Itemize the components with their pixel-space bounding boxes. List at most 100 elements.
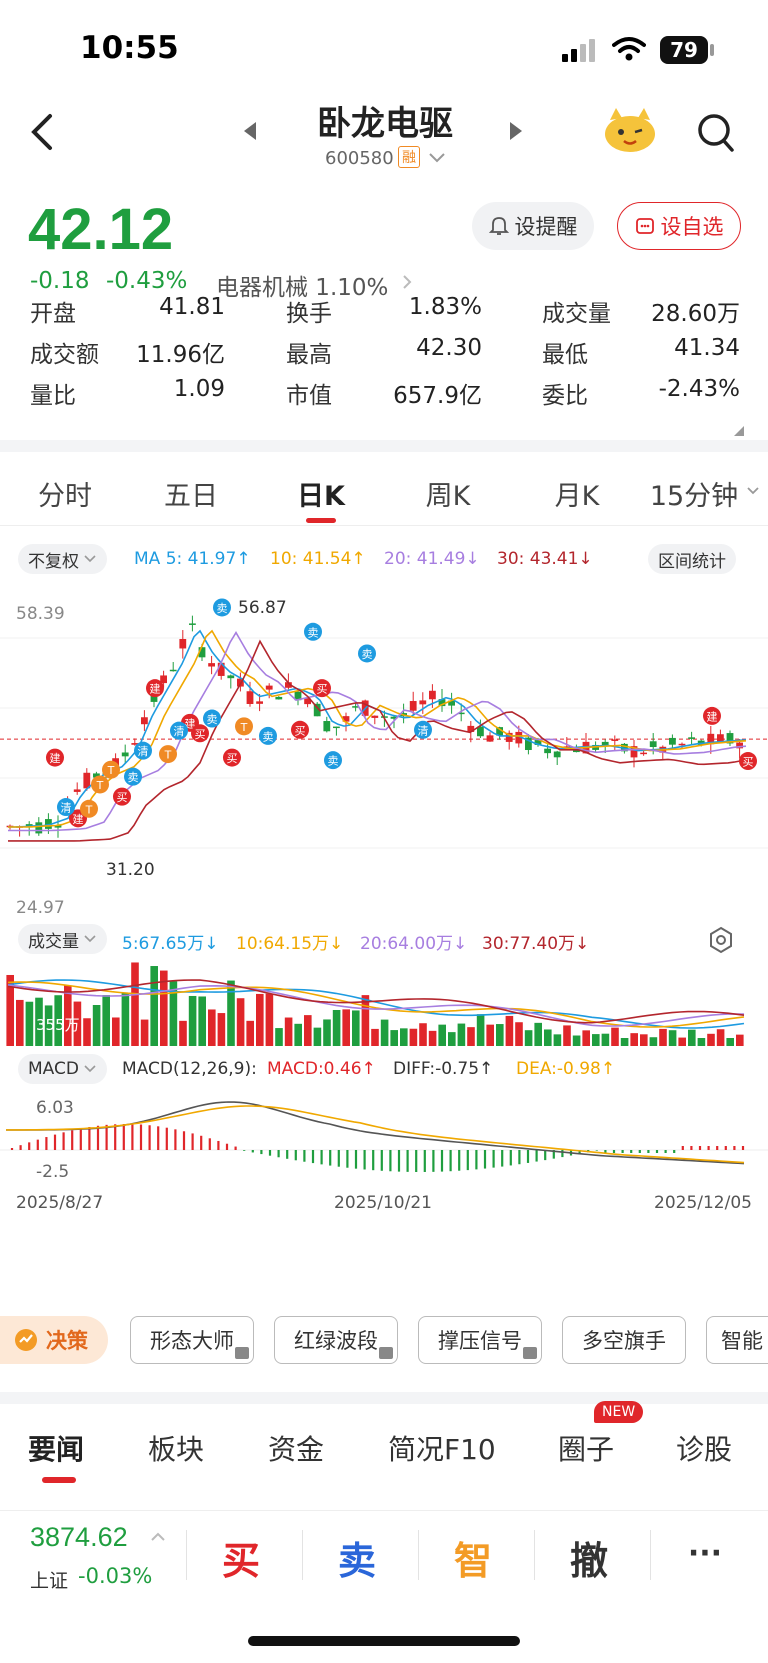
stat-label: 开盘 (30, 301, 76, 327)
trade-signal-label: 卖 (328, 755, 339, 768)
tool-support-resistance[interactable]: 撑压信号 (418, 1316, 542, 1364)
volume-bar (92, 1004, 101, 1046)
back-arrow-icon[interactable] (28, 112, 56, 152)
cancel-order-button[interactable]: 撤 (534, 1530, 644, 1585)
chevron-down-icon[interactable] (428, 152, 446, 164)
candle-body (333, 726, 340, 729)
news-tab-headlines[interactable]: 要闻 (28, 1428, 84, 1468)
tab-daily-k[interactable]: 日K (278, 474, 364, 513)
volume-bar (198, 996, 206, 1046)
mascot-icon[interactable] (602, 104, 658, 154)
volume-bar (534, 1022, 542, 1046)
prev-stock-icon[interactable] (242, 120, 258, 142)
tool-bull-bear[interactable]: 多空旗手 (562, 1316, 686, 1364)
search-icon[interactable] (696, 112, 736, 154)
candle-body (371, 715, 379, 718)
tool-red-green-band[interactable]: 红绿波段 (274, 1316, 398, 1364)
chevron-down-icon (84, 555, 96, 563)
section-divider (0, 1392, 768, 1404)
volume-bar (515, 1022, 523, 1046)
alert-button[interactable]: 设提醒 (472, 202, 594, 250)
macd-label: MACD (28, 1059, 79, 1079)
stock-code: 600580 (325, 148, 394, 169)
volume-bar (208, 1009, 216, 1046)
trade-signal-label: 卖 (263, 730, 274, 743)
low-label: 31.20 (106, 860, 155, 880)
tab-intraday[interactable]: 分时 (22, 474, 108, 513)
tab-15min[interactable]: 15分钟 (646, 474, 742, 513)
buy-button[interactable]: 买 (186, 1530, 296, 1585)
chevron-right-icon[interactable] (402, 274, 412, 290)
trade-signal-label: T (164, 749, 172, 762)
trade-signal-label: 买 (227, 752, 238, 765)
next-stock-icon[interactable] (508, 120, 524, 142)
settings-icon[interactable] (708, 926, 734, 954)
tool-label: 红绿波段 (294, 1329, 378, 1353)
candle-body (429, 690, 436, 700)
alert-label: 设提醒 (514, 215, 578, 239)
ma10-legend: 10: 41.54↑ (270, 549, 366, 569)
volume-bar (83, 1018, 91, 1046)
index-name: 上证 (30, 1570, 69, 1592)
news-tab-community[interactable]: 圈子 (558, 1428, 614, 1468)
stat-value: 1.83% (408, 294, 482, 320)
volume-bar (428, 1030, 437, 1046)
volume-bar (659, 1028, 667, 1046)
candle-body (486, 735, 494, 742)
index-value[interactable]: 3874.62 (30, 1522, 128, 1553)
candle-body (678, 743, 686, 746)
macd-selector[interactable]: MACD (18, 1054, 107, 1084)
add-watchlist-button[interactable]: 设自选 (617, 202, 741, 250)
macd-chart[interactable] (0, 1090, 768, 1190)
trade-signal-label: 清 (138, 745, 149, 758)
tab-weekly-k[interactable]: 周K (405, 474, 491, 513)
volume-bar (265, 993, 274, 1046)
news-tab-capital[interactable]: 资金 (268, 1428, 324, 1468)
period-tabs: 分时 五日 日K 周K 月K 15分钟 (0, 452, 768, 526)
candlestick-chart[interactable]: 建建建建建买买买买买买卖卖卖卖卖卖卖清清清清TTTTT (0, 578, 768, 906)
vol-ma20-legend: 20:64.00万↓ (360, 934, 468, 954)
tool-smart[interactable]: 智能 (706, 1316, 768, 1364)
volume-bar (640, 1034, 648, 1046)
watchlist-label: 设自选 (660, 215, 724, 239)
volume-bar (707, 1033, 715, 1046)
trade-signal-label: T (96, 779, 104, 792)
news-tab-f10[interactable]: 简况F10 (388, 1428, 496, 1468)
news-tab-diagnosis[interactable]: 诊股 (676, 1428, 732, 1468)
tab-five-day[interactable]: 五日 (148, 474, 234, 513)
trade-signal-label: 建 (50, 751, 61, 765)
volume-label: 成交量 (28, 931, 79, 952)
candle-body (179, 638, 187, 649)
news-tab-sector[interactable]: 板块 (148, 1428, 204, 1468)
volume-bar (294, 1023, 302, 1046)
tool-pattern-master[interactable]: 形态大师 (130, 1316, 254, 1364)
candle-body (275, 696, 283, 700)
decision-button[interactable]: 决策 (0, 1316, 108, 1364)
volume-selector[interactable]: 成交量 (18, 924, 107, 954)
tab-monthly-k[interactable]: 月K (534, 474, 620, 513)
volume-bar (179, 1020, 187, 1046)
adjust-selector[interactable]: 不复权 (18, 544, 107, 574)
ma30-legend: 30: 43.41↓ (497, 549, 593, 569)
stat-label: 换手 (286, 301, 332, 327)
trade-signal-label: 清 (418, 724, 429, 737)
range-stats-button[interactable]: 区间统计 (648, 544, 736, 574)
watchlist-icon (635, 218, 654, 234)
macd-value: MACD:0.46↑ (267, 1059, 376, 1079)
expand-corner-icon[interactable] (734, 426, 744, 436)
macd-y-min-label: -2.5 (36, 1162, 70, 1182)
chevron-down-icon[interactable] (746, 486, 760, 496)
volume-chart[interactable] (0, 960, 768, 1048)
sell-button[interactable]: 卖 (302, 1530, 412, 1585)
tool-label: 形态大师 (150, 1329, 234, 1353)
tool-label: 智能 (721, 1329, 763, 1353)
more-button[interactable]: ··· (650, 1536, 760, 1571)
trade-signal-label: 卖 (362, 648, 373, 661)
stat-value: 11.96亿 (136, 342, 225, 368)
macd-params: MACD(12,26,9): (122, 1059, 257, 1079)
chevron-up-icon[interactable] (150, 1532, 166, 1542)
stat-value: 41.81 (159, 294, 225, 320)
smart-button[interactable]: 智 (418, 1530, 528, 1585)
volume-bar (448, 1032, 456, 1046)
volume-bar (630, 1033, 638, 1046)
